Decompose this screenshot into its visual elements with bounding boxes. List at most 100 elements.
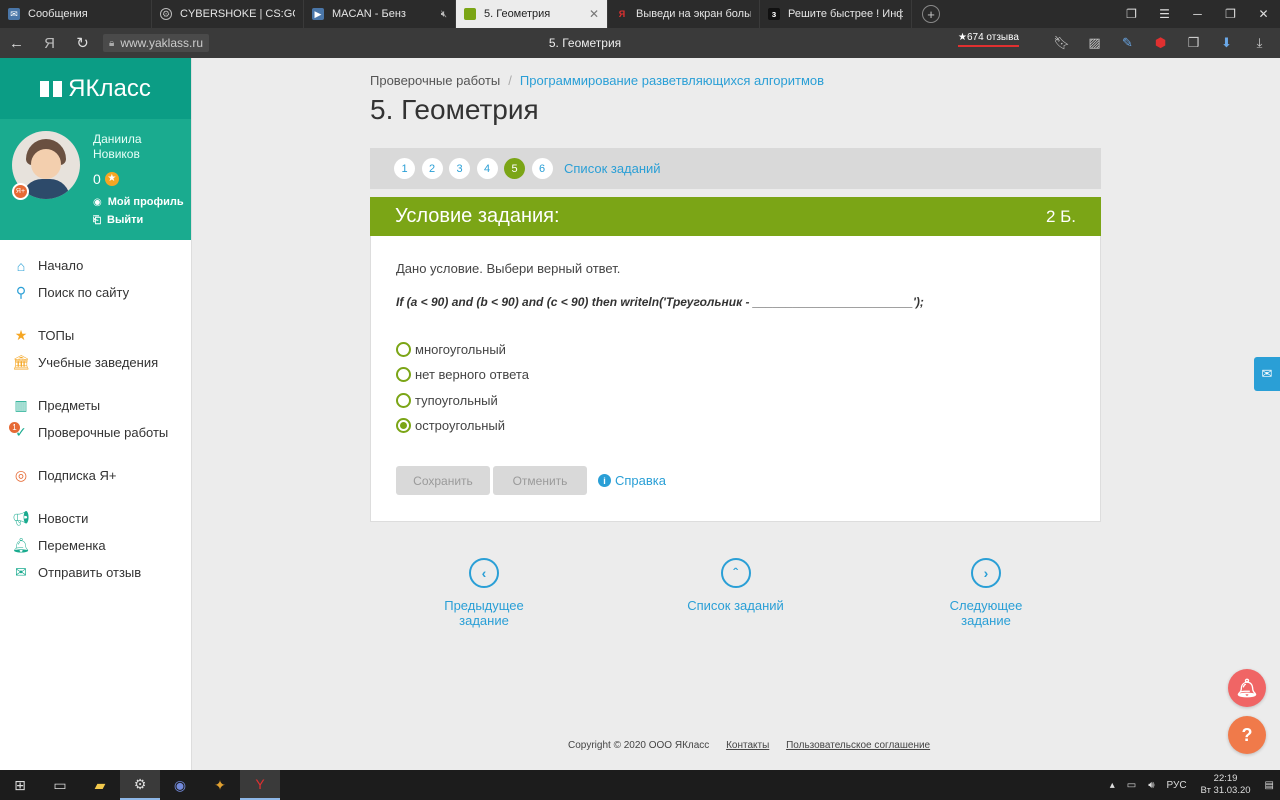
task-list-label: Список заданий <box>687 598 784 613</box>
contacts-link[interactable]: Контакты <box>726 740 769 751</box>
help-link[interactable]: i Справка <box>598 473 666 488</box>
windows-start-icon[interactable]: ⊞ <box>0 770 40 800</box>
feather-extension-icon[interactable]: ✎ <box>1111 28 1144 58</box>
tab-messages[interactable]: ✉ Сообщения <box>0 0 152 28</box>
tab-macan[interactable]: ▶ MACAN - Бенз 🔇︎ <box>304 0 456 28</box>
reload-icon[interactable]: ↻ <box>66 28 99 58</box>
sidebar-item-label: ТОПы <box>38 328 75 343</box>
close-icon[interactable]: ✕ <box>589 7 599 21</box>
discord-icon[interactable]: ◉ <box>160 770 200 800</box>
sidebar-item-subjects[interactable]: ▥ Предметы <box>0 392 191 419</box>
page-button-6[interactable]: 6 <box>531 158 553 179</box>
yandex-browser-icon[interactable]: Y <box>240 770 280 800</box>
notification-bell-icon[interactable]: 🔔︎ <box>1228 669 1266 707</box>
page-button-3[interactable]: 3 <box>449 158 470 179</box>
my-profile-link[interactable]: ◉ Мой профиль <box>93 196 184 208</box>
help-question-icon[interactable]: ? <box>1228 716 1266 754</box>
url-field[interactable]: 🔒︎ www.yaklass.ru <box>103 34 210 52</box>
books-icon: ▥ <box>14 397 28 413</box>
sidebar-item-break[interactable]: 🔔︎ Переменка <box>0 532 191 559</box>
znanija-icon: з <box>768 8 780 20</box>
collections-icon[interactable]: ❒ <box>1177 28 1210 58</box>
csgo-icon[interactable]: ✦ <box>200 770 240 800</box>
tray-up-arrow-icon[interactable]: ▴ <box>1110 780 1115 791</box>
sidebar-item-label: Новости <box>38 511 89 526</box>
clock[interactable]: 22:19 Вт 31.03.20 <box>1201 773 1251 797</box>
download-arrow-icon[interactable]: ⤓ <box>1243 28 1276 58</box>
reviews-badge[interactable]: ★674 отзыва <box>958 32 1019 47</box>
volume-icon[interactable]: 🔊︎ <box>1148 780 1154 791</box>
tab-yandex[interactable]: Я Выведи на экран больше <box>608 0 760 28</box>
yandex-logo-icon[interactable]: Я <box>33 28 66 58</box>
tab-cybershoke[interactable]: ⚙ CYBERSHOKE | CS:GO серв <box>152 0 304 28</box>
tab-znanija[interactable]: з Решите быстрее ! Инфор <box>760 0 912 28</box>
new-tab-button[interactable]: + <box>922 5 940 23</box>
score-value: 0 <box>93 171 101 187</box>
answer-option[interactable]: многоугольный <box>396 337 529 362</box>
user-score: 0 ★ <box>93 171 119 187</box>
logout-icon: ⎗ <box>93 214 101 226</box>
sidebar-item-search[interactable]: ⚲ Поиск по сайту <box>0 279 191 306</box>
bookmark-icon[interactable]: 🔖︎ <box>1045 28 1078 58</box>
sidebar-item-schools[interactable]: 🏛︎ Учебные заведения <box>0 349 191 376</box>
language-indicator[interactable]: РУС <box>1167 780 1187 791</box>
answer-option[interactable]: нет верного ответа <box>396 362 529 387</box>
user-name[interactable]: Даниила Новиков <box>93 132 183 162</box>
menu-icon[interactable]: ☰ <box>1148 0 1181 28</box>
logout-link[interactable]: ⎗ Выйти <box>93 214 143 226</box>
page-button-4[interactable]: 4 <box>476 158 498 179</box>
network-icon[interactable]: ▭ <box>1127 780 1136 791</box>
sidebar-item-subscription[interactable]: ◎ Подписка Я+ <box>0 462 191 489</box>
task-list-nav-link[interactable]: ˆ Список заданий <box>680 558 791 613</box>
chat-icon: ✉ <box>8 8 20 20</box>
browser-tab-bar: ✉ Сообщения ⚙ CYBERSHOKE | CS:GO серв ▶ … <box>0 0 1280 28</box>
image-extension-icon[interactable]: ▨ <box>1078 28 1111 58</box>
sidebar-item-news[interactable]: 📢︎ Новости <box>0 505 191 532</box>
radio-button[interactable] <box>396 392 411 408</box>
cancel-button[interactable]: Отменить <box>493 466 587 495</box>
mute-icon[interactable]: 🔇︎ <box>441 9 447 20</box>
radio-button[interactable] <box>396 342 411 358</box>
adblock-extension-icon[interactable]: ⬢ <box>1144 28 1177 58</box>
radio-button[interactable] <box>396 367 411 383</box>
page-button-1[interactable]: 1 <box>394 158 415 179</box>
sidebar-item-label: Поиск по сайту <box>38 285 130 300</box>
agreement-link[interactable]: Пользовательское соглашение <box>786 740 930 751</box>
tabs-overview-icon[interactable]: ❐ <box>1115 0 1148 28</box>
previous-task-link[interactable]: ‹ Предыдущее задание <box>418 558 550 628</box>
minimize-icon[interactable]: ─ <box>1181 0 1214 28</box>
sidebar-item-home[interactable]: ⌂ Начало <box>0 252 191 279</box>
mail-icon[interactable]: ✉ <box>1254 357 1280 391</box>
answer-option[interactable]: тупоугольный <box>396 388 529 413</box>
downloads-icon[interactable]: ⬇ <box>1210 28 1243 58</box>
page-button-2[interactable]: 2 <box>421 158 443 179</box>
task-view-icon[interactable]: ▭ <box>40 770 80 800</box>
tab-title: Выведи на экран больше <box>636 8 751 20</box>
sidebar-item-tests[interactable]: ✓ 1 Проверочные работы <box>0 419 191 446</box>
steam-icon: ⚙ <box>160 8 172 20</box>
address-bar: ← Я ↻ 🔒︎ www.yaklass.ru 5. Геометрия ★67… <box>0 28 1280 58</box>
radio-button-checked[interactable] <box>396 418 411 434</box>
book-logo-icon <box>40 80 63 97</box>
file-explorer-icon[interactable]: ▰ <box>80 770 120 800</box>
task-list-link[interactable]: Список заданий <box>564 161 661 176</box>
tab-title: 5. Геометрия <box>484 8 551 20</box>
restore-icon[interactable]: ❐ <box>1214 0 1247 28</box>
answer-label: остроугольный <box>415 418 506 434</box>
answer-label: нет верного ответа <box>415 367 529 383</box>
answer-option[interactable]: остроугольный <box>396 413 529 438</box>
page-button-5[interactable]: 5 <box>504 158 525 179</box>
next-task-link[interactable]: › Следующее задание <box>923 558 1049 628</box>
breadcrumb-current[interactable]: Программирование разветвляющихся алгорит… <box>520 73 824 88</box>
breadcrumb-parent[interactable]: Проверочные работы <box>370 73 500 88</box>
notifications-icon[interactable]: ▤ <box>1265 780 1274 791</box>
save-button[interactable]: Сохранить <box>396 466 490 495</box>
steam-icon[interactable]: ⚙ <box>120 770 160 800</box>
close-window-icon[interactable]: ✕ <box>1247 0 1280 28</box>
site-logo[interactable]: ЯКласс <box>0 58 191 119</box>
tab-geometry[interactable]: 5. Геометрия ✕ <box>456 0 608 28</box>
back-arrow-icon[interactable]: ← <box>0 28 33 58</box>
sidebar-item-tops[interactable]: ★ ТОПы <box>0 322 191 349</box>
sidebar-item-feedback[interactable]: ✉ Отправить отзыв <box>0 559 191 586</box>
sidebar-item-label: Проверочные работы <box>38 425 169 440</box>
